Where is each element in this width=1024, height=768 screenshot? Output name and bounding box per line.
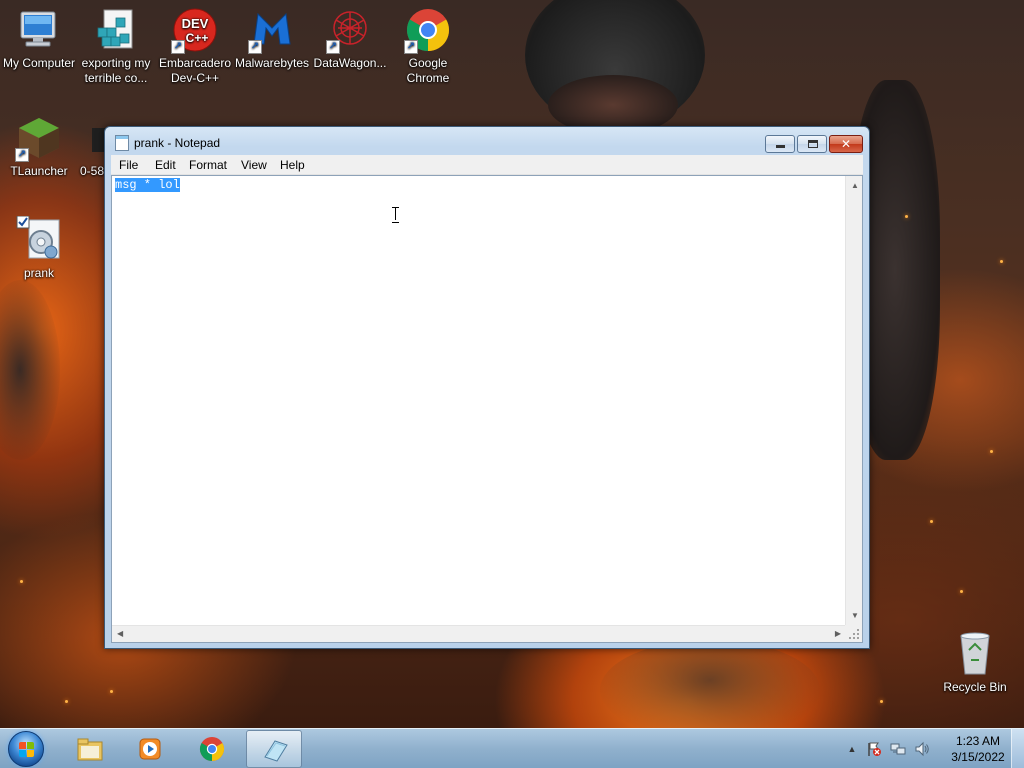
- datawagon-icon: ↗: [326, 6, 374, 54]
- menu-help[interactable]: Help: [274, 157, 311, 173]
- taskbar-chrome[interactable]: [184, 730, 240, 768]
- desktop-icon-label: DataWagon...: [313, 56, 387, 70]
- ember: [960, 590, 963, 593]
- tlauncher-icon: ↗: [15, 114, 63, 162]
- desktop-icon-label: exporting my terrible co...: [81, 56, 151, 85]
- ember: [930, 520, 933, 523]
- desktop-icon-label: My Computer: [2, 56, 76, 70]
- show-hidden-icons-icon[interactable]: ▲: [844, 741, 860, 757]
- ember: [65, 700, 68, 703]
- text-cursor-icon: [392, 207, 399, 223]
- scroll-left-icon[interactable]: ◀: [117, 630, 123, 638]
- ember: [990, 450, 993, 453]
- scroll-right-icon[interactable]: ▶: [835, 630, 841, 638]
- folder-icon: [76, 736, 104, 762]
- recycle-bin-icon: [951, 630, 999, 678]
- close-icon: ✕: [840, 137, 852, 151]
- menu-edit[interactable]: Edit: [149, 157, 182, 173]
- desktop-icon-label: Embarcadero Dev-C++: [158, 56, 232, 85]
- desktop-icon-label: Recycle Bin: [943, 680, 1007, 694]
- notepad-icon: [261, 737, 289, 763]
- clock-time[interactable]: 1:23 AM: [948, 734, 1008, 748]
- chrome-icon: ↗: [404, 6, 452, 54]
- ember: [905, 215, 908, 218]
- ember: [880, 700, 883, 703]
- devcpp-icon: DEV C++ ↗: [171, 6, 219, 54]
- malwarebytes-icon: ↗: [248, 6, 296, 54]
- menu-view[interactable]: View: [235, 157, 273, 173]
- notepad-icon: [115, 135, 129, 151]
- scroll-up-icon[interactable]: ▲: [851, 182, 859, 190]
- chrome-icon: [198, 736, 226, 762]
- wallpaper-figure-left: [0, 280, 60, 460]
- shortcut-arrow-icon: ↗: [326, 40, 340, 54]
- resize-grip-icon[interactable]: [845, 625, 862, 642]
- svg-text:DEV: DEV: [182, 16, 209, 31]
- taskbar: ▲ 1:23 AM 3/15/2022: [0, 728, 1024, 768]
- wallpaper-figure-lower: [600, 640, 820, 728]
- text-editor-area[interactable]: msg * lol ▲ ▼ ◀ ▶: [111, 175, 863, 643]
- desktop-icon-datawagon[interactable]: ↗ DataWagon...: [312, 6, 388, 71]
- minimize-icon: [776, 145, 785, 148]
- editor-content: msg * lol: [115, 178, 180, 192]
- shortcut-arrow-icon: ↗: [15, 148, 29, 162]
- menu-file[interactable]: File: [113, 157, 144, 173]
- ember: [110, 690, 113, 693]
- desktop-icon-devcpp[interactable]: DEV C++ ↗ Embarcadero Dev-C++: [157, 6, 233, 86]
- window-titlebar[interactable]: prank - Notepad ✕: [105, 127, 869, 157]
- show-desktop-button[interactable]: [1011, 729, 1024, 768]
- taskbar-notepad[interactable]: [246, 730, 302, 768]
- horizontal-scrollbar[interactable]: ◀ ▶: [112, 625, 846, 642]
- shortcut-arrow-icon: ↗: [248, 40, 262, 54]
- desktop-icon-exporting[interactable]: exporting my terrible co...: [78, 6, 154, 86]
- minimize-button[interactable]: [765, 135, 795, 153]
- desktop-icon-prank[interactable]: prank: [1, 215, 77, 281]
- volume-icon[interactable]: [914, 741, 930, 757]
- registry-file-icon: [92, 6, 140, 54]
- desktop-icon-recycle-bin[interactable]: Recycle Bin: [937, 630, 1013, 695]
- clock-date[interactable]: 3/15/2022: [944, 750, 1012, 764]
- desktop-icon-label: TLauncher: [10, 164, 68, 178]
- desktop-icon-label: Malwarebytes: [234, 56, 310, 70]
- ember: [1000, 260, 1003, 263]
- maximize-button[interactable]: [797, 135, 827, 153]
- menu-bar: File Edit Format View Help: [111, 155, 863, 175]
- system-tray: ▲ 1:23 AM 3/15/2022: [840, 729, 1024, 768]
- desktop-icon-tlauncher[interactable]: ↗ TLauncher: [1, 114, 77, 179]
- ember: [20, 580, 23, 583]
- windows-logo-icon: [8, 731, 44, 767]
- taskbar-explorer[interactable]: [62, 730, 118, 768]
- action-center-flag-icon[interactable]: [866, 741, 882, 757]
- menu-format[interactable]: Format: [183, 157, 233, 173]
- desktop-icon-label: Google Chrome: [406, 56, 450, 85]
- script-file-icon: [15, 215, 63, 264]
- taskbar-media-player[interactable]: [122, 730, 178, 768]
- svg-text:C++: C++: [186, 31, 209, 45]
- shortcut-arrow-icon: ↗: [404, 40, 418, 54]
- network-icon[interactable]: [890, 741, 906, 757]
- window-title: prank - Notepad: [134, 136, 221, 150]
- maximize-icon: [808, 140, 818, 148]
- media-player-icon: [136, 736, 164, 762]
- desktop-icon-google-chrome[interactable]: ↗ Google Chrome: [390, 6, 466, 86]
- notepad-window[interactable]: prank - Notepad ✕ File Edit Format View …: [104, 126, 870, 649]
- computer-icon: [15, 6, 63, 54]
- desktop-icon-malwarebytes[interactable]: ↗ Malwarebytes: [234, 6, 310, 71]
- scroll-down-icon[interactable]: ▼: [851, 612, 859, 620]
- shortcut-arrow-icon: ↗: [171, 40, 185, 54]
- start-button[interactable]: [6, 731, 46, 767]
- selected-text: msg * lol: [115, 178, 180, 192]
- desktop-icon-my-computer[interactable]: My Computer: [1, 6, 77, 71]
- close-button[interactable]: ✕: [829, 135, 863, 153]
- desktop-icon-label: prank: [23, 266, 55, 280]
- vertical-scrollbar[interactable]: ▲ ▼: [845, 176, 862, 626]
